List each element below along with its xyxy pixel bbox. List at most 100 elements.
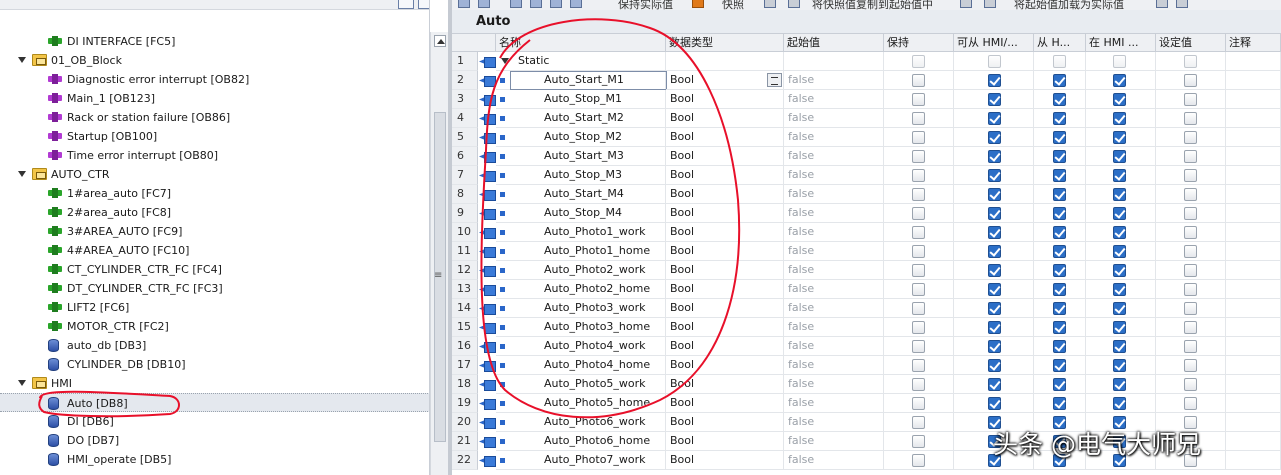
retain-checkbox[interactable]	[912, 245, 925, 258]
retain-checkbox[interactable]	[912, 207, 925, 220]
col-header-visible-hmi[interactable]: 在 HMI ...	[1086, 34, 1156, 52]
tree-item[interactable]: Rack or station failure [OB86]	[0, 108, 429, 127]
col-header-name[interactable]: 名称	[496, 34, 666, 52]
comment-cell[interactable]	[1226, 71, 1281, 90]
tree-item[interactable]: Startup [OB100]	[0, 127, 429, 146]
visible-hmi-checkbox[interactable]	[1113, 397, 1126, 410]
tree-item[interactable]: Time error interrupt [OB80]	[0, 146, 429, 165]
retain-checkbox[interactable]	[912, 302, 925, 315]
comment-cell[interactable]	[1226, 147, 1281, 166]
copy-icon[interactable]	[960, 0, 972, 8]
tree-item[interactable]: DO [DB7]	[0, 431, 429, 450]
datatype-cell[interactable]: Bool	[666, 413, 784, 432]
start-value-cell[interactable]: false	[784, 394, 884, 413]
variable-row[interactable]: 18 Auto_Photo5_work Bool false	[452, 375, 1281, 394]
datatype-picker-icon[interactable]	[767, 73, 782, 87]
name-cell[interactable]: Auto_Photo6_home	[496, 432, 666, 451]
start-value-cell[interactable]: false	[784, 204, 884, 223]
datatype-cell[interactable]: Bool	[666, 432, 784, 451]
start-value-cell[interactable]: false	[784, 71, 884, 90]
retain-checkbox[interactable]	[912, 131, 925, 144]
project-tree-scrollbar[interactable]: ≡	[430, 32, 448, 475]
setpoint-checkbox[interactable]	[1184, 169, 1197, 182]
name-cell[interactable]: Auto_Photo6_work	[496, 413, 666, 432]
retain-checkbox[interactable]	[912, 74, 925, 87]
accessible-hmi-checkbox[interactable]	[988, 169, 1001, 182]
keep-actual-values-button[interactable]: 保持实际值	[618, 0, 673, 10]
view-toggle-icon[interactable]	[398, 0, 414, 9]
variable-row[interactable]: 17 Auto_Photo4_home Bool false	[452, 356, 1281, 375]
setpoint-checkbox[interactable]	[1184, 245, 1197, 258]
col-header-accessible-hmi[interactable]: 可从 HMI/...	[954, 34, 1034, 52]
retain-checkbox[interactable]	[912, 169, 925, 182]
name-cell[interactable]: Auto_Photo7_work	[496, 451, 666, 470]
accessible-hmi-checkbox[interactable]	[988, 378, 1001, 391]
retain-checkbox[interactable]	[912, 93, 925, 106]
datatype-cell[interactable]: Bool	[666, 394, 784, 413]
accessible-hmi-checkbox[interactable]	[988, 302, 1001, 315]
setpoint-checkbox[interactable]	[1184, 321, 1197, 334]
start-value-cell[interactable]: false	[784, 109, 884, 128]
name-cell[interactable]: Auto_Stop_M2	[496, 128, 666, 147]
snapshot-button[interactable]: 快照	[722, 0, 744, 10]
setpoint-checkbox[interactable]	[1184, 93, 1197, 106]
comment-cell[interactable]	[1226, 280, 1281, 299]
datatype-cell[interactable]: Bool	[666, 166, 784, 185]
col-header-setpoint[interactable]: 设定值	[1156, 34, 1226, 52]
name-cell[interactable]: Auto_Photo5_work	[496, 375, 666, 394]
setpoint-checkbox[interactable]	[1184, 264, 1197, 277]
visible-hmi-checkbox[interactable]	[1113, 302, 1126, 315]
setpoint-checkbox[interactable]	[1184, 359, 1197, 372]
datatype-cell[interactable]: Bool	[666, 318, 784, 337]
writable-hmi-checkbox[interactable]	[1053, 169, 1066, 182]
collapse-icon[interactable]	[530, 0, 542, 8]
variable-row[interactable]: 13 Auto_Photo2_home Bool false	[452, 280, 1281, 299]
comment-cell[interactable]	[1226, 204, 1281, 223]
accessible-hmi-checkbox[interactable]	[988, 55, 1001, 68]
accessible-hmi-checkbox[interactable]	[988, 188, 1001, 201]
variable-row[interactable]: 16 Auto_Photo4_work Bool false	[452, 337, 1281, 356]
start-value-cell[interactable]: false	[784, 280, 884, 299]
tree-item[interactable]: 3#AREA_AUTO [FC9]	[0, 222, 429, 241]
setpoint-checkbox[interactable]	[1184, 397, 1197, 410]
datatype-cell[interactable]: Bool	[666, 375, 784, 394]
visible-hmi-checkbox[interactable]	[1113, 359, 1126, 372]
visible-hmi-checkbox[interactable]	[1113, 245, 1126, 258]
start-value-cell[interactable]: false	[784, 375, 884, 394]
comment-cell[interactable]	[1226, 185, 1281, 204]
name-cell[interactable]: Auto_Start_M2	[496, 109, 666, 128]
start-value-cell[interactable]: false	[784, 413, 884, 432]
retain-checkbox[interactable]	[912, 55, 925, 68]
start-value-cell[interactable]: false	[784, 90, 884, 109]
tree-item[interactable]: HMI	[0, 374, 429, 393]
start-value-cell[interactable]: false	[784, 432, 884, 451]
variable-row[interactable]: 7 Auto_Stop_M3 Bool false	[452, 166, 1281, 185]
visible-hmi-checkbox[interactable]	[1113, 74, 1126, 87]
setpoint-checkbox[interactable]	[1184, 207, 1197, 220]
setpoint-checkbox[interactable]	[1184, 112, 1197, 125]
tree-item[interactable]: MOTOR_CTR [FC2]	[0, 317, 429, 336]
scroll-up-icon[interactable]	[434, 35, 446, 47]
col-header-datatype[interactable]: 数据类型	[666, 34, 784, 52]
variable-row[interactable]: 14 Auto_Photo3_work Bool false	[452, 299, 1281, 318]
variable-row[interactable]: 2 Auto_Start_M1 Bool false	[452, 71, 1281, 90]
setpoint-checkbox[interactable]	[1184, 283, 1197, 296]
setpoint-checkbox[interactable]	[1184, 378, 1197, 391]
name-cell[interactable]: Auto_Photo3_work	[496, 299, 666, 318]
setpoint-checkbox[interactable]	[1184, 74, 1197, 87]
tree-item[interactable]: 01_OB_Block	[0, 51, 429, 70]
datatype-cell[interactable]: Bool	[666, 261, 784, 280]
accessible-hmi-checkbox[interactable]	[988, 359, 1001, 372]
static-section-row[interactable]: 1 Static	[452, 52, 1281, 71]
variable-row[interactable]: 5 Auto_Stop_M2 Bool false	[452, 128, 1281, 147]
accessible-hmi-checkbox[interactable]	[988, 74, 1001, 87]
writable-hmi-checkbox[interactable]	[1053, 131, 1066, 144]
retain-checkbox[interactable]	[912, 435, 925, 448]
visible-hmi-checkbox[interactable]	[1113, 283, 1126, 296]
variable-row[interactable]: 4 Auto_Start_M2 Bool false	[452, 109, 1281, 128]
visible-hmi-checkbox[interactable]	[1113, 321, 1126, 334]
writable-hmi-checkbox[interactable]	[1053, 93, 1066, 106]
retain-checkbox[interactable]	[912, 416, 925, 429]
move-down-icon[interactable]	[788, 0, 800, 8]
tree-item[interactable]: 2#area_auto [FC8]	[0, 203, 429, 222]
